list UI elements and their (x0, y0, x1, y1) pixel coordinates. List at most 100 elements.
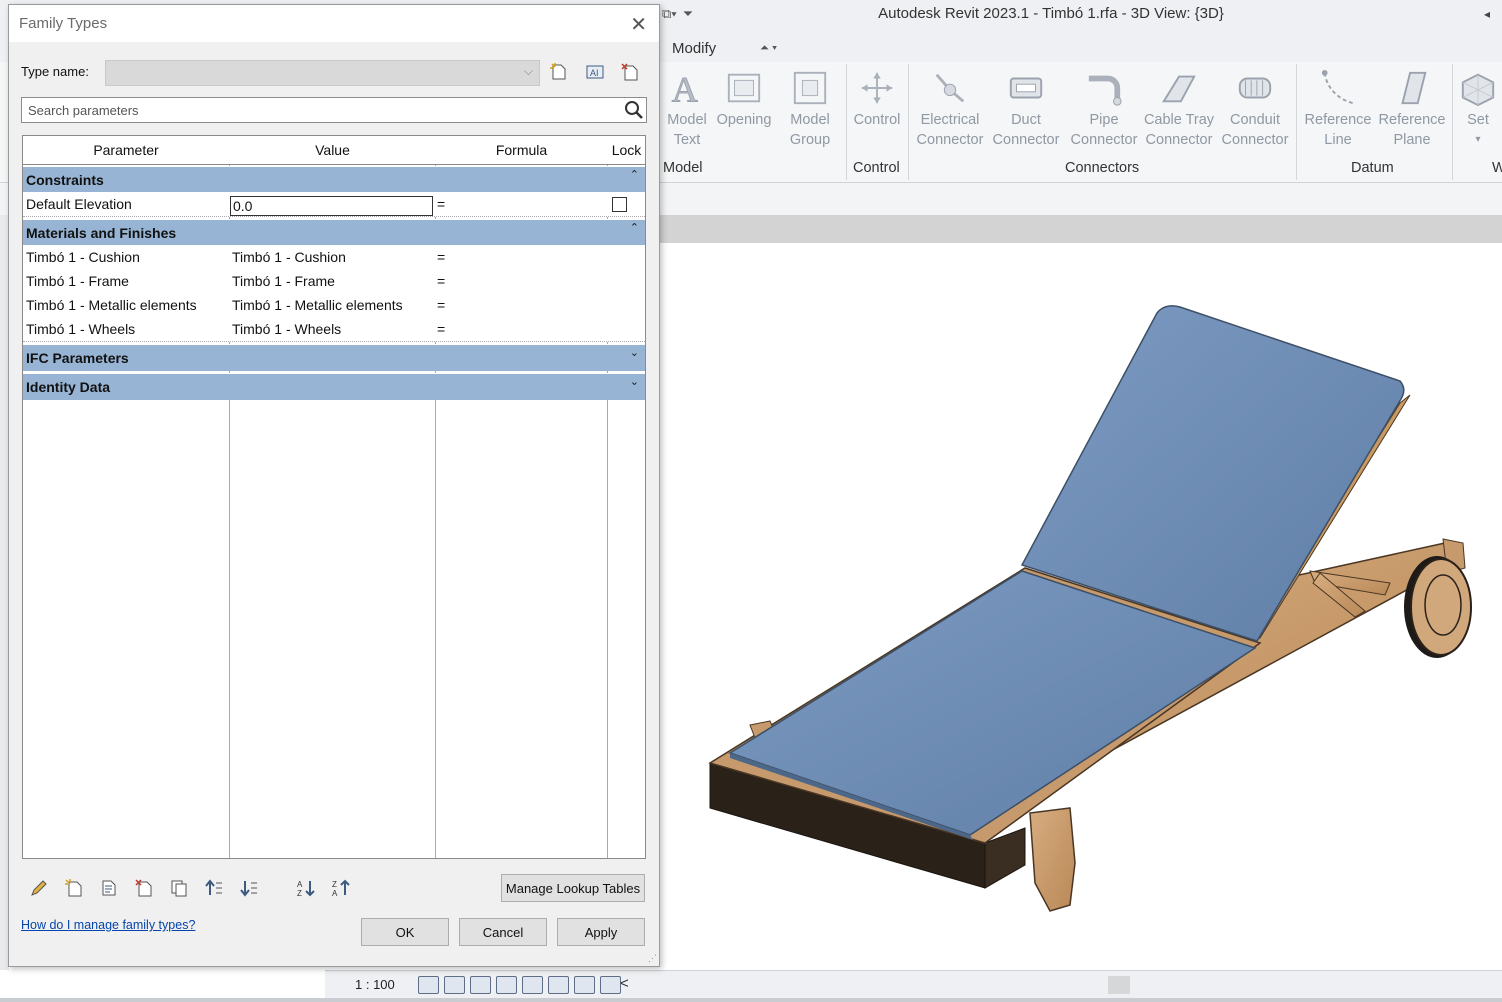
delete-type-icon[interactable] (618, 60, 642, 84)
expand-icon[interactable]: ⌄ (630, 375, 639, 388)
set-workplane-button[interactable]: Set ▾ (1458, 68, 1498, 150)
duct-connector-icon (1006, 68, 1046, 108)
group-ifc-parameters[interactable]: IFC Parameters ⌄ (23, 344, 645, 371)
formula-cell[interactable]: = (437, 196, 445, 212)
formula-cell[interactable]: = (437, 297, 445, 313)
cable-tray-connector-icon (1159, 68, 1199, 108)
tab-modify[interactable]: Modify (672, 40, 716, 57)
table-row[interactable]: Timbó 1 - Cushion Timbó 1 - Cushion = (23, 245, 645, 270)
search-parameters-box (21, 97, 647, 123)
column-header-parameter[interactable]: Parameter (23, 142, 229, 158)
collapse-icon[interactable]: ⌃ (630, 168, 639, 181)
table-header: Parameter Value Formula Lock (23, 136, 645, 165)
search-input[interactable] (26, 100, 620, 120)
ok-button[interactable]: OK (361, 918, 449, 946)
rename-type-icon[interactable]: AI (583, 60, 607, 84)
parameter-toolbar: AZ ZA (25, 875, 354, 903)
reference-plane-icon (1392, 68, 1432, 108)
collapse-icon[interactable]: ⌃ (630, 221, 639, 234)
sort-ascending-icon[interactable]: AZ (292, 875, 319, 901)
column-header-value[interactable]: Value (230, 142, 435, 158)
model-group-button[interactable]: Model Group (784, 68, 836, 150)
panel-label-model: Model (663, 160, 703, 176)
visual-style-icon[interactable] (444, 976, 465, 994)
pipe-connector-button[interactable]: Pipe Connector (1068, 68, 1140, 150)
search-icon[interactable] (624, 100, 644, 120)
sort-descending-icon[interactable]: ZA (327, 875, 354, 901)
group-title: Constraints (26, 172, 104, 188)
group-constraints[interactable]: Constraints ⌃ (23, 166, 645, 192)
view-scale[interactable]: 1 : 100 (355, 977, 395, 992)
new-parameter-icon[interactable] (60, 875, 87, 901)
apply-button[interactable]: Apply (557, 918, 645, 946)
move-parameter-up-icon[interactable] (200, 875, 227, 901)
detail-level-icon[interactable] (418, 976, 439, 994)
formula-cell[interactable]: = (437, 249, 445, 265)
type-name-dropdown[interactable]: ⌵ (105, 60, 540, 86)
render-icon[interactable] (522, 976, 543, 994)
temporary-hide-icon[interactable] (574, 976, 595, 994)
duct-connector-button[interactable]: Duct Connector (990, 68, 1062, 150)
parameter-name: Timbó 1 - Frame (26, 273, 129, 289)
edit-parameter-icon[interactable] (25, 875, 52, 901)
sun-path-icon[interactable] (470, 976, 491, 994)
electrical-connector-button[interactable]: Electrical Connector (916, 68, 984, 150)
group-identity-data[interactable]: Identity Data ⌄ (23, 373, 645, 400)
conduit-connector-button[interactable]: Conduit Connector (1218, 68, 1292, 150)
value-cell[interactable]: Timbó 1 - Metallic elements (232, 297, 403, 313)
svg-text:Z: Z (297, 889, 302, 898)
reference-plane-button[interactable]: Reference Plane (1376, 68, 1448, 150)
reference-line-icon (1318, 68, 1358, 108)
parameter-name: Timbó 1 - Wheels (26, 321, 136, 337)
family-types-dialog: Family Types ✕ Type name: ⌵ AI Parameter… (8, 4, 660, 967)
ribbon-minimize-icon[interactable]: ⏶ ▾ (760, 42, 777, 55)
type-name-label: Type name: (21, 64, 89, 79)
panel-label-connectors: Connectors (1065, 160, 1140, 176)
lock-checkbox[interactable] (612, 197, 627, 212)
table-row[interactable]: Timbó 1 - Wheels Timbó 1 - Wheels = (23, 317, 645, 342)
model-text-icon: A (667, 68, 707, 108)
model-text-button[interactable]: A Model Text (664, 68, 710, 150)
value-cell[interactable]: Timbó 1 - Cushion (232, 249, 346, 265)
view-control-icons (418, 976, 621, 994)
value-cell[interactable]: Timbó 1 - Wheels (232, 321, 341, 337)
expand-icon[interactable]: ⌄ (630, 346, 639, 359)
table-row[interactable]: Timbó 1 - Metallic elements Timbó 1 - Me… (23, 293, 645, 318)
help-link[interactable]: How do I manage family types? (21, 918, 195, 932)
delete-parameter-icon[interactable] (95, 875, 122, 901)
manage-lookup-tables-button[interactable]: Manage Lookup Tables (501, 874, 645, 902)
type-name-row: Type name: ⌵ AI (21, 60, 651, 88)
group-materials-and-finishes[interactable]: Materials and Finishes ⌃ (23, 219, 645, 245)
dialog-titlebar[interactable]: Family Types ✕ (9, 5, 659, 42)
value-cell[interactable]: Timbó 1 - Frame (232, 273, 335, 289)
group-title: IFC Parameters (26, 350, 129, 366)
column-header-formula[interactable]: Formula (436, 142, 607, 158)
shadows-icon[interactable] (496, 976, 517, 994)
move-parameter-down-icon[interactable] (235, 875, 262, 901)
cancel-button[interactable]: Cancel (459, 918, 547, 946)
formula-cell[interactable]: = (437, 273, 445, 289)
electrical-connector-icon (930, 68, 970, 108)
column-header-lock[interactable]: Lock (608, 142, 645, 158)
value-input[interactable]: 0.0 (230, 196, 433, 216)
new-type-icon[interactable] (547, 60, 571, 84)
collapse-arrow-icon[interactable]: ◂ (1484, 7, 1490, 21)
panel-label-datum: Datum (1351, 160, 1394, 176)
table-row[interactable]: Timbó 1 - Frame Timbó 1 - Frame = (23, 269, 645, 294)
reference-line-button[interactable]: Reference Line (1302, 68, 1374, 150)
copy-parameter-icon[interactable] (165, 875, 192, 901)
reveal-hidden-icon[interactable] (600, 976, 621, 994)
close-icon[interactable]: ✕ (630, 12, 647, 37)
resize-grip-icon[interactable]: ⋰ (648, 953, 657, 964)
delete-parameter-icon-2[interactable] (130, 875, 157, 901)
set-workplane-icon (1458, 68, 1498, 108)
opening-button[interactable]: Opening (714, 68, 774, 130)
scroll-left-arrow-icon[interactable]: < (620, 975, 629, 992)
control-button[interactable]: Control (850, 68, 904, 130)
cable-tray-connector-button[interactable]: Cable Tray Connector (1142, 68, 1216, 150)
table-row[interactable]: Default Elevation 0.0 = (23, 192, 645, 217)
lock-view-icon[interactable] (548, 976, 569, 994)
svg-text:A: A (332, 889, 338, 898)
formula-cell[interactable]: = (437, 321, 445, 337)
horizontal-scrollbar[interactable] (1108, 976, 1130, 994)
